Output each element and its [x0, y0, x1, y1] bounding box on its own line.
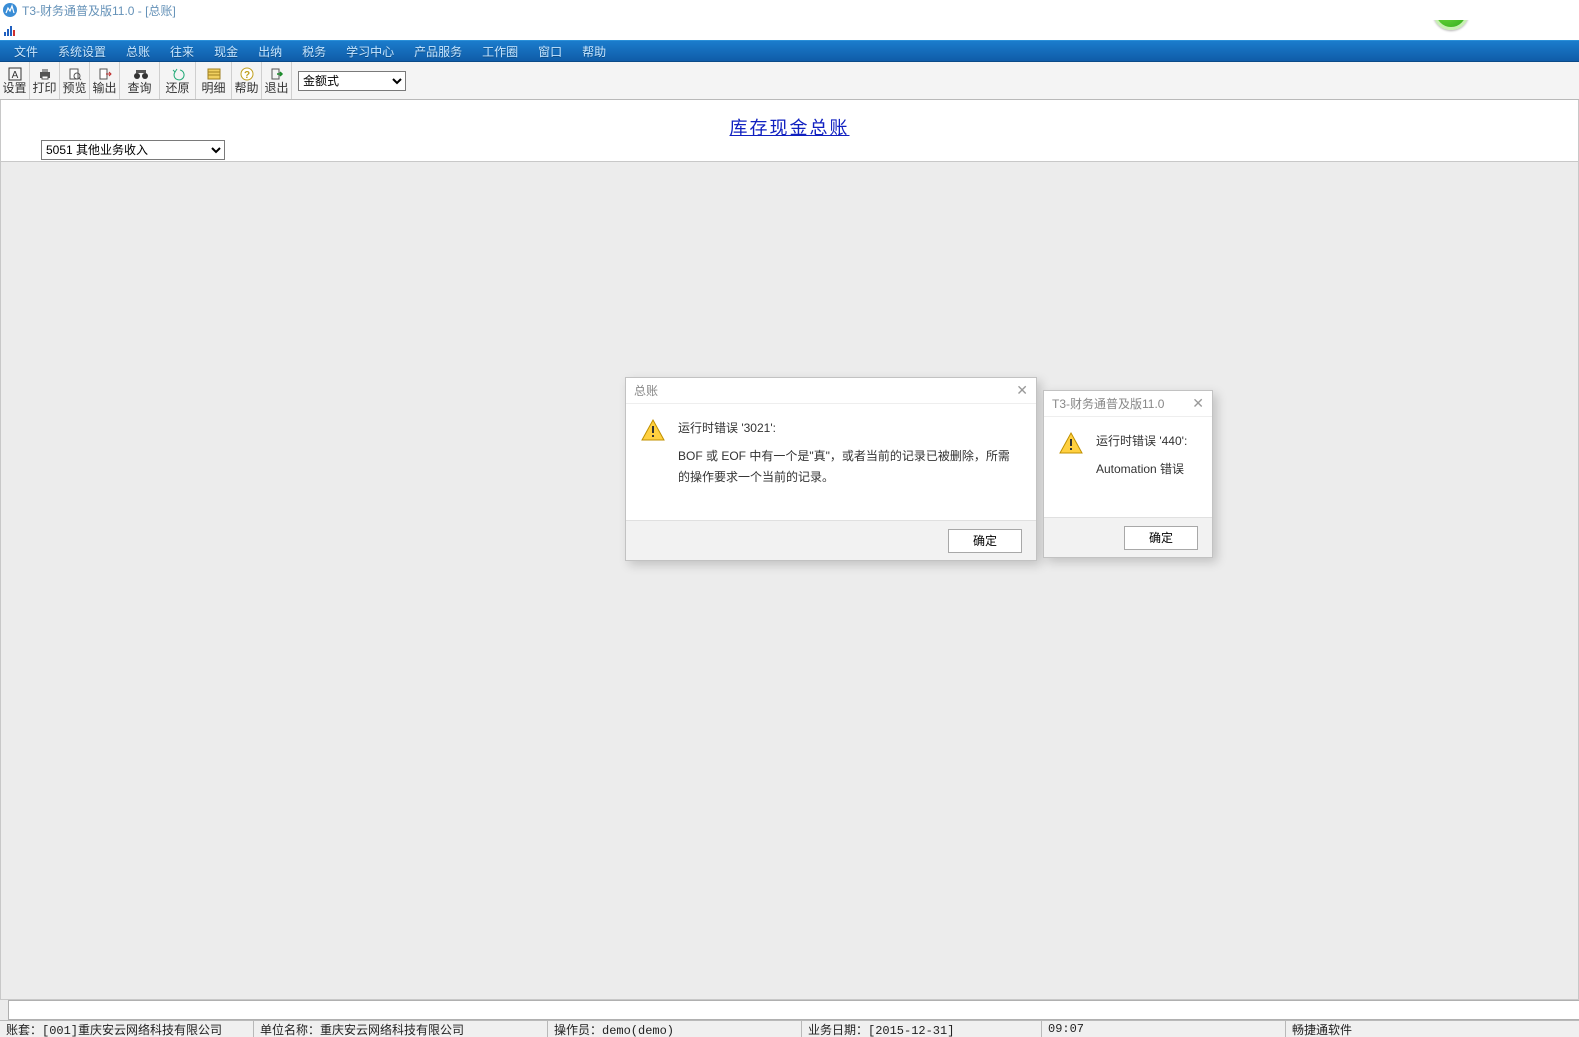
- menu-window[interactable]: 窗口: [528, 41, 572, 61]
- detail-icon: [206, 67, 222, 81]
- bottom-input-strip[interactable]: [8, 1000, 1579, 1020]
- dialog-heading: 运行时错误 '440':: [1096, 431, 1187, 451]
- menu-learn[interactable]: 学习中心: [336, 41, 404, 61]
- content-area: 库存现金总账 5051 其他业务收入 总账 ✕ 运行时错误 '3021': BO…: [0, 100, 1579, 1000]
- close-icon[interactable]: ✕: [1016, 382, 1028, 399]
- status-time: 09:07: [1042, 1021, 1286, 1037]
- close-icon[interactable]: ✕: [1192, 395, 1204, 412]
- ok-button[interactable]: 确定: [1124, 526, 1198, 550]
- main-toolbar: A 设置 打印 预览 输出 查询 还原 明细 ? 帮助 退出 金额式: [0, 62, 1579, 100]
- dialog-title: 总账: [634, 382, 658, 399]
- main-menu-bar: 文件 系统设置 总账 往来 现金 出纳 税务 学习中心 产品服务 工作圈 窗口 …: [0, 40, 1579, 62]
- menu-product[interactable]: 产品服务: [404, 41, 472, 61]
- toolbar-format-combo[interactable]: 金额式: [298, 71, 406, 91]
- error-dialog-3021: 总账 ✕ 运行时错误 '3021': BOF 或 EOF 中有一个是"真"，或者…: [625, 377, 1037, 561]
- menu-workzone[interactable]: 工作圈: [472, 41, 528, 61]
- page-title[interactable]: 库存现金总账: [1, 114, 1578, 140]
- mdi-icon-strip: [0, 20, 1579, 40]
- error-dialog-440: T3-财务通普及版11.0 ✕ 运行时错误 '440': Automation …: [1043, 390, 1213, 558]
- menu-cashier[interactable]: 出纳: [248, 41, 292, 61]
- warning-icon: [640, 418, 666, 444]
- content-header: 库存现金总账 5051 其他业务收入: [1, 100, 1578, 162]
- letter-a-icon: A: [7, 67, 23, 81]
- svg-text:?: ?: [243, 70, 249, 81]
- toolbar-exit-button[interactable]: 退出: [262, 62, 292, 99]
- status-operator: 操作员：demo(demo): [548, 1021, 802, 1037]
- menu-settings[interactable]: 系统设置: [48, 41, 116, 61]
- svg-text:A: A: [11, 70, 18, 81]
- help-icon: ?: [239, 67, 255, 81]
- menu-help[interactable]: 帮助: [572, 41, 616, 61]
- toolbar-restore-button[interactable]: 还原: [160, 62, 196, 99]
- toolbar-query-button[interactable]: 查询: [120, 62, 160, 99]
- dialog-body-text: Automation 错误: [1096, 459, 1187, 479]
- toolbar-export-button[interactable]: 输出: [90, 62, 120, 99]
- window-titlebar: T3-财务通普及版11.0 - [总账]: [0, 0, 1579, 20]
- menu-cash[interactable]: 现金: [204, 41, 248, 61]
- account-combo[interactable]: 5051 其他业务收入: [41, 140, 225, 160]
- dialog-message: 运行时错误 '440': Automation 错误: [1096, 431, 1187, 507]
- toolbar-preview-button[interactable]: 预览: [60, 62, 90, 99]
- toolbar-print-button[interactable]: 打印: [30, 62, 60, 99]
- menu-ledger[interactable]: 总账: [116, 41, 160, 61]
- toolbar-help-button[interactable]: ? 帮助: [232, 62, 262, 99]
- menu-tax[interactable]: 税务: [292, 41, 336, 61]
- exit-icon: [269, 67, 285, 81]
- dialog-message: 运行时错误 '3021': BOF 或 EOF 中有一个是"真"，或者当前的记录…: [678, 418, 1020, 510]
- app-icon: [2, 2, 18, 18]
- dialog-body-text: BOF 或 EOF 中有一个是"真"，或者当前的记录已被删除，所需的操作要求一个…: [678, 446, 1020, 487]
- toolbar-settings-button[interactable]: A 设置: [0, 62, 30, 99]
- printer-icon: [37, 67, 53, 81]
- preview-icon: [67, 67, 83, 81]
- dialog-heading: 运行时错误 '3021':: [678, 418, 1020, 438]
- binoculars-icon: [132, 67, 148, 81]
- status-business-date: 业务日期：[2015-12-31]: [802, 1021, 1042, 1037]
- warning-icon: [1058, 431, 1084, 457]
- menu-file[interactable]: 文件: [4, 41, 48, 61]
- window-title: T3-财务通普及版11.0 - [总账]: [22, 2, 176, 19]
- dialog-title: T3-财务通普及版11.0: [1052, 395, 1164, 412]
- status-company: 单位名称：重庆安云网络科技有限公司: [254, 1021, 548, 1037]
- status-account-set: 账套：[001]重庆安云网络科技有限公司: [0, 1021, 254, 1037]
- ok-button[interactable]: 确定: [948, 529, 1022, 553]
- status-brand: 畅捷通软件: [1286, 1021, 1579, 1037]
- mdi-child-icon: [2, 22, 18, 38]
- status-bar: 账套：[001]重庆安云网络科技有限公司 单位名称：重庆安云网络科技有限公司 操…: [0, 1020, 1579, 1037]
- restore-icon: [170, 67, 186, 81]
- menu-ar-ap[interactable]: 往来: [160, 41, 204, 61]
- export-icon: [97, 67, 113, 81]
- toolbar-detail-button[interactable]: 明细: [196, 62, 232, 99]
